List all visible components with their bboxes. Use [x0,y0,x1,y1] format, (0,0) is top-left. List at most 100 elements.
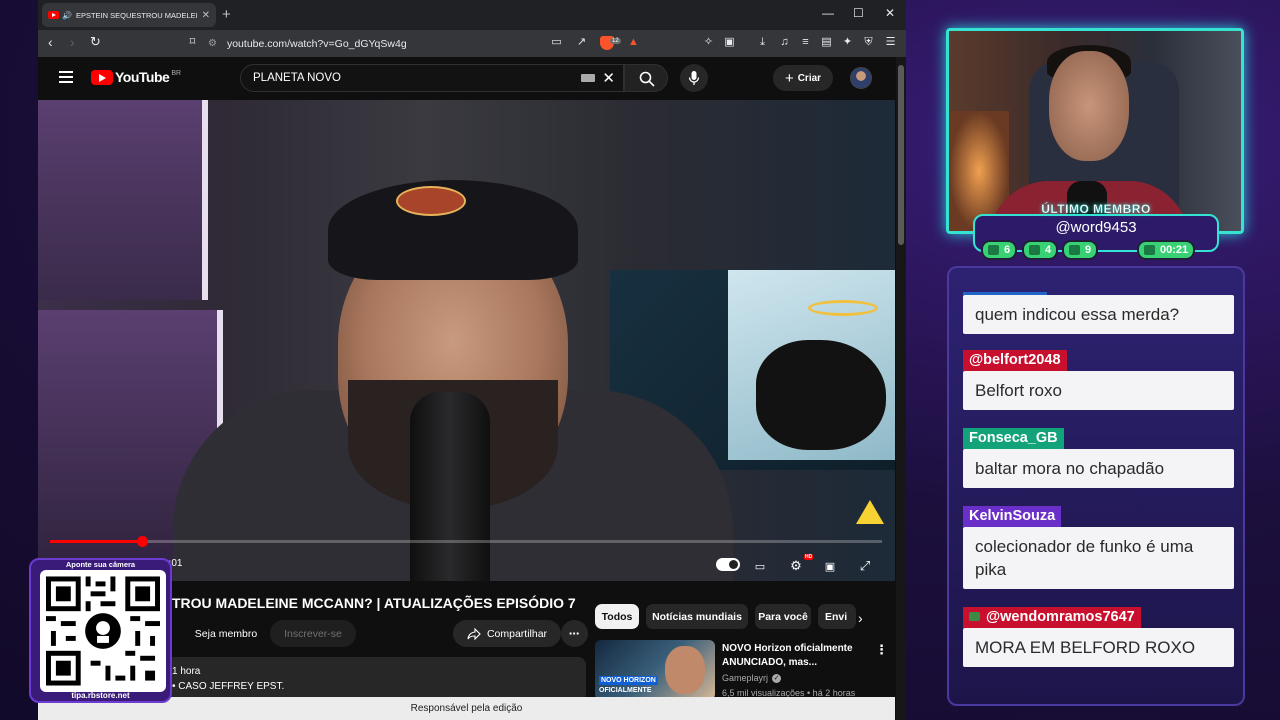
autoplay-toggle[interactable] [716,558,740,571]
forward-icon[interactable]: › [70,34,75,50]
address-bar[interactable]: ⚙ youtube.com/watch?v=Go_dGYqSw4g [208,33,448,54]
settings-gear-icon[interactable]: ⚙ [786,555,806,577]
leo-ai-icon[interactable]: ✦ [841,36,854,49]
video-progress-bar[interactable] [50,536,882,547]
thumbnail-caption: NOVO HORIZON [599,676,658,685]
extensions-icon[interactable]: ✧ [702,36,715,49]
reading-list-icon[interactable]: ≡ [799,36,812,49]
halo-graphic [808,300,878,316]
hd-badge: HD [804,554,814,560]
vpn-icon[interactable]: ⛨ [862,36,875,49]
recommended-video[interactable]: NOVO HORIZON OFICIALMENTE NOVO Horizon o… [595,640,895,700]
thumbnail-caption-2: OFICIALMENTE [599,687,652,694]
url-text: youtube.com/watch?v=Go_dGYqSw4g [226,37,407,50]
clear-search-icon[interactable]: ✕ [602,69,615,87]
minimize-icon[interactable]: — [822,6,834,20]
qr-code-icon [46,576,160,686]
bookmark-icon[interactable]: ⌑ [186,36,199,49]
chip-for-you[interactable]: Para você [755,604,811,629]
voice-search-button[interactable] [680,64,708,92]
chip-world-news[interactable]: Notícias mundiais [646,604,748,629]
menu-icon[interactable]: ☰ [884,36,897,49]
hamburger-menu-icon[interactable] [59,71,73,86]
last-member-name: @word9453 [1055,219,1137,236]
chat-text: Belfort roxo [963,371,1234,410]
screenshot-icon[interactable]: ▣ [723,36,736,49]
site-info-icon[interactable]: ⚙ [208,38,217,49]
progress-fill [50,540,142,543]
scrollbar-thumb[interactable] [898,65,904,245]
search-button[interactable] [624,64,668,92]
recommended-title[interactable]: NOVO Horizon oficialmente ANUNCIADO, mas… [722,642,862,670]
search-icon [639,71,655,87]
qr-label: Aponte sua câmera [65,560,136,569]
tab-active[interactable]: 🔊 EPSTEIN SEQUESTROU MADELEINE ✕ [42,3,216,27]
chat-message: KelvinSouza colecionador de funko é uma … [963,506,1234,589]
chip-sent[interactable]: Envi [818,604,856,629]
progress-scrubber[interactable] [136,536,148,547]
download-icon[interactable]: ⤓ [756,36,769,49]
speaker-icon[interactable]: 🔊 [62,11,72,20]
video-player[interactable]: 1:01 ▭ ⚙ HD ▣ ⤢ [38,100,895,581]
close-tab-icon[interactable]: ✕ [202,10,210,21]
share-button[interactable]: Compartilhar [453,620,561,647]
close-window-icon[interactable]: ✕ [885,6,895,20]
recommended-menu-icon[interactable]: ⋮ [875,642,888,658]
youtube-favicon-icon [48,11,59,19]
account-avatar[interactable] [850,67,872,89]
recommended-channel[interactable]: Gameplayrj ✓ [722,673,782,683]
youtube-logo[interactable]: YouTube BR [91,69,181,85]
microphone-icon [688,71,700,85]
chat-text: baltar mora no chapadão [963,449,1234,488]
chat-username: @wendomramos7647 [963,607,1141,628]
chat-username: @belfort2048 [963,350,1067,371]
stat-youtube: 4 [1022,240,1059,260]
search-input[interactable]: PLANETA NOVO ✕ [240,64,624,92]
stat-timer: 00:21 [1137,240,1196,260]
youtube-header: YouTube BR PLANETA NOVO ✕ + Criar [38,57,898,100]
youtube-play-icon [91,69,113,85]
new-tab-button[interactable]: + [222,6,231,23]
hashtags: • CASO JEFFREY EPST. [172,681,285,692]
cow-graphic [756,340,886,450]
create-button[interactable]: + Criar [773,65,833,91]
fullscreen-icon[interactable]: ⤢ [855,555,875,577]
search-query: PLANETA NOVO [253,72,341,84]
media-icon[interactable]: ♫ [778,36,791,49]
recommended-thumbnail[interactable]: NOVO HORIZON OFICIALMENTE [595,640,715,700]
timer-icon [1144,245,1155,255]
funko-shelf [38,100,208,300]
thumbnail-face [665,646,705,694]
subtitles-icon[interactable]: ▭ [750,555,770,577]
join-button[interactable]: Seja membro [183,620,269,647]
qr-overlay: Aponte sua câmera tipa.rbstore.net [29,558,172,703]
share-page-icon[interactable]: ↗ [575,36,588,49]
keyboard-icon[interactable] [581,74,595,82]
brave-rewards-icon[interactable]: ▲ [627,36,640,49]
maximize-icon[interactable]: ☐ [853,6,864,20]
miniplayer-icon[interactable]: ▣ [820,555,840,577]
upload-time: 1 hora [172,666,201,677]
brave-shields-icon[interactable]: 12 [600,36,621,50]
subscribe-button[interactable]: Inscrever-se [270,620,356,647]
more-actions-button[interactable]: ⋯ [561,620,588,647]
video-title: TROU MADELEINE MCCANN? | ATUALIZAÇÕES EP… [172,595,576,611]
studio-microphone [410,392,490,581]
chat-text: quem indicou essa merda? [963,295,1234,334]
youtube-icon [1029,245,1040,255]
reload-icon[interactable]: ↻ [90,34,101,50]
page-scrollbar[interactable] [896,57,906,720]
back-icon[interactable]: ‹ [48,34,53,50]
chips-next-icon[interactable]: › [858,610,863,626]
chip-all[interactable]: Todos [595,604,639,629]
stat-kick: 9 [1062,240,1099,260]
chat-message: @wendomramos7647 MORA EM BELFORD ROXO [963,607,1234,667]
kick-icon [1069,245,1080,255]
verified-icon: ✓ [772,673,782,683]
qr-code [40,570,166,692]
description-box[interactable]: 1 hora • CASO JEFFREY EPST. [166,657,586,701]
cast-icon[interactable]: ▭ [550,36,563,49]
wallet-icon[interactable]: ▤ [820,36,833,49]
cap-logo [396,186,466,216]
chat-username: Fonseca_GB [963,428,1064,449]
